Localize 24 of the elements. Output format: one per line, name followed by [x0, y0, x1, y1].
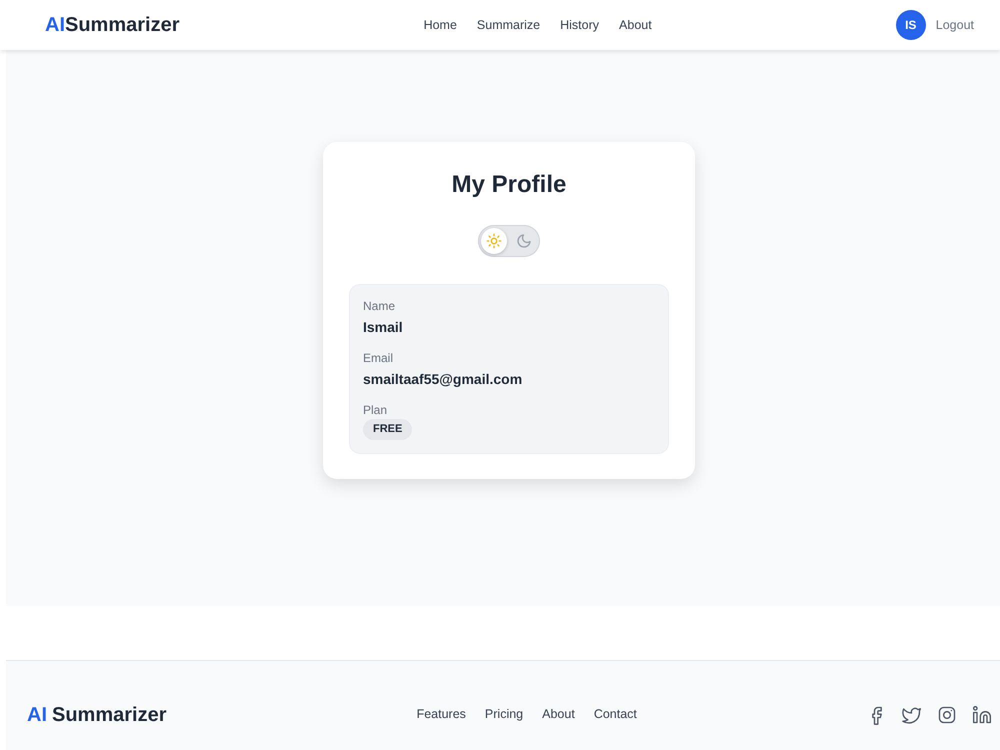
brand-logo[interactable]: AISummarizer [45, 15, 180, 35]
footer-link[interactable]: Contact [594, 705, 637, 724]
field-label: Name [363, 298, 396, 314]
profile-title: My Profile [452, 170, 566, 200]
nav-link[interactable]: Home [424, 16, 457, 34]
logout-button[interactable]: Logout [936, 16, 974, 34]
nav-link[interactable]: Summarize [476, 16, 540, 34]
field-label: Plan [363, 402, 388, 418]
field-label: Email [363, 350, 394, 366]
footer-link[interactable]: Features [416, 705, 466, 724]
nav-link[interactable]: About [619, 16, 652, 34]
footer-link[interactable]: Pricing [484, 705, 524, 724]
letters-in-icon[interactable] [972, 704, 992, 724]
field-value: Ismail [363, 318, 404, 337]
footer-link[interactable]: About [542, 705, 575, 724]
footer-logo[interactable]: AI Summarizer [27, 704, 166, 724]
sun-icon [486, 233, 502, 249]
nav-link[interactable]: History [560, 16, 600, 34]
bird-icon[interactable] [902, 704, 922, 724]
plan-badge: FREE [363, 419, 412, 440]
field-value: smailtaaf55@gmail.com [363, 370, 524, 389]
user-avatar[interactable]: IS [896, 10, 926, 40]
camera-icon[interactable] [936, 704, 957, 724]
moon-icon [516, 233, 532, 249]
